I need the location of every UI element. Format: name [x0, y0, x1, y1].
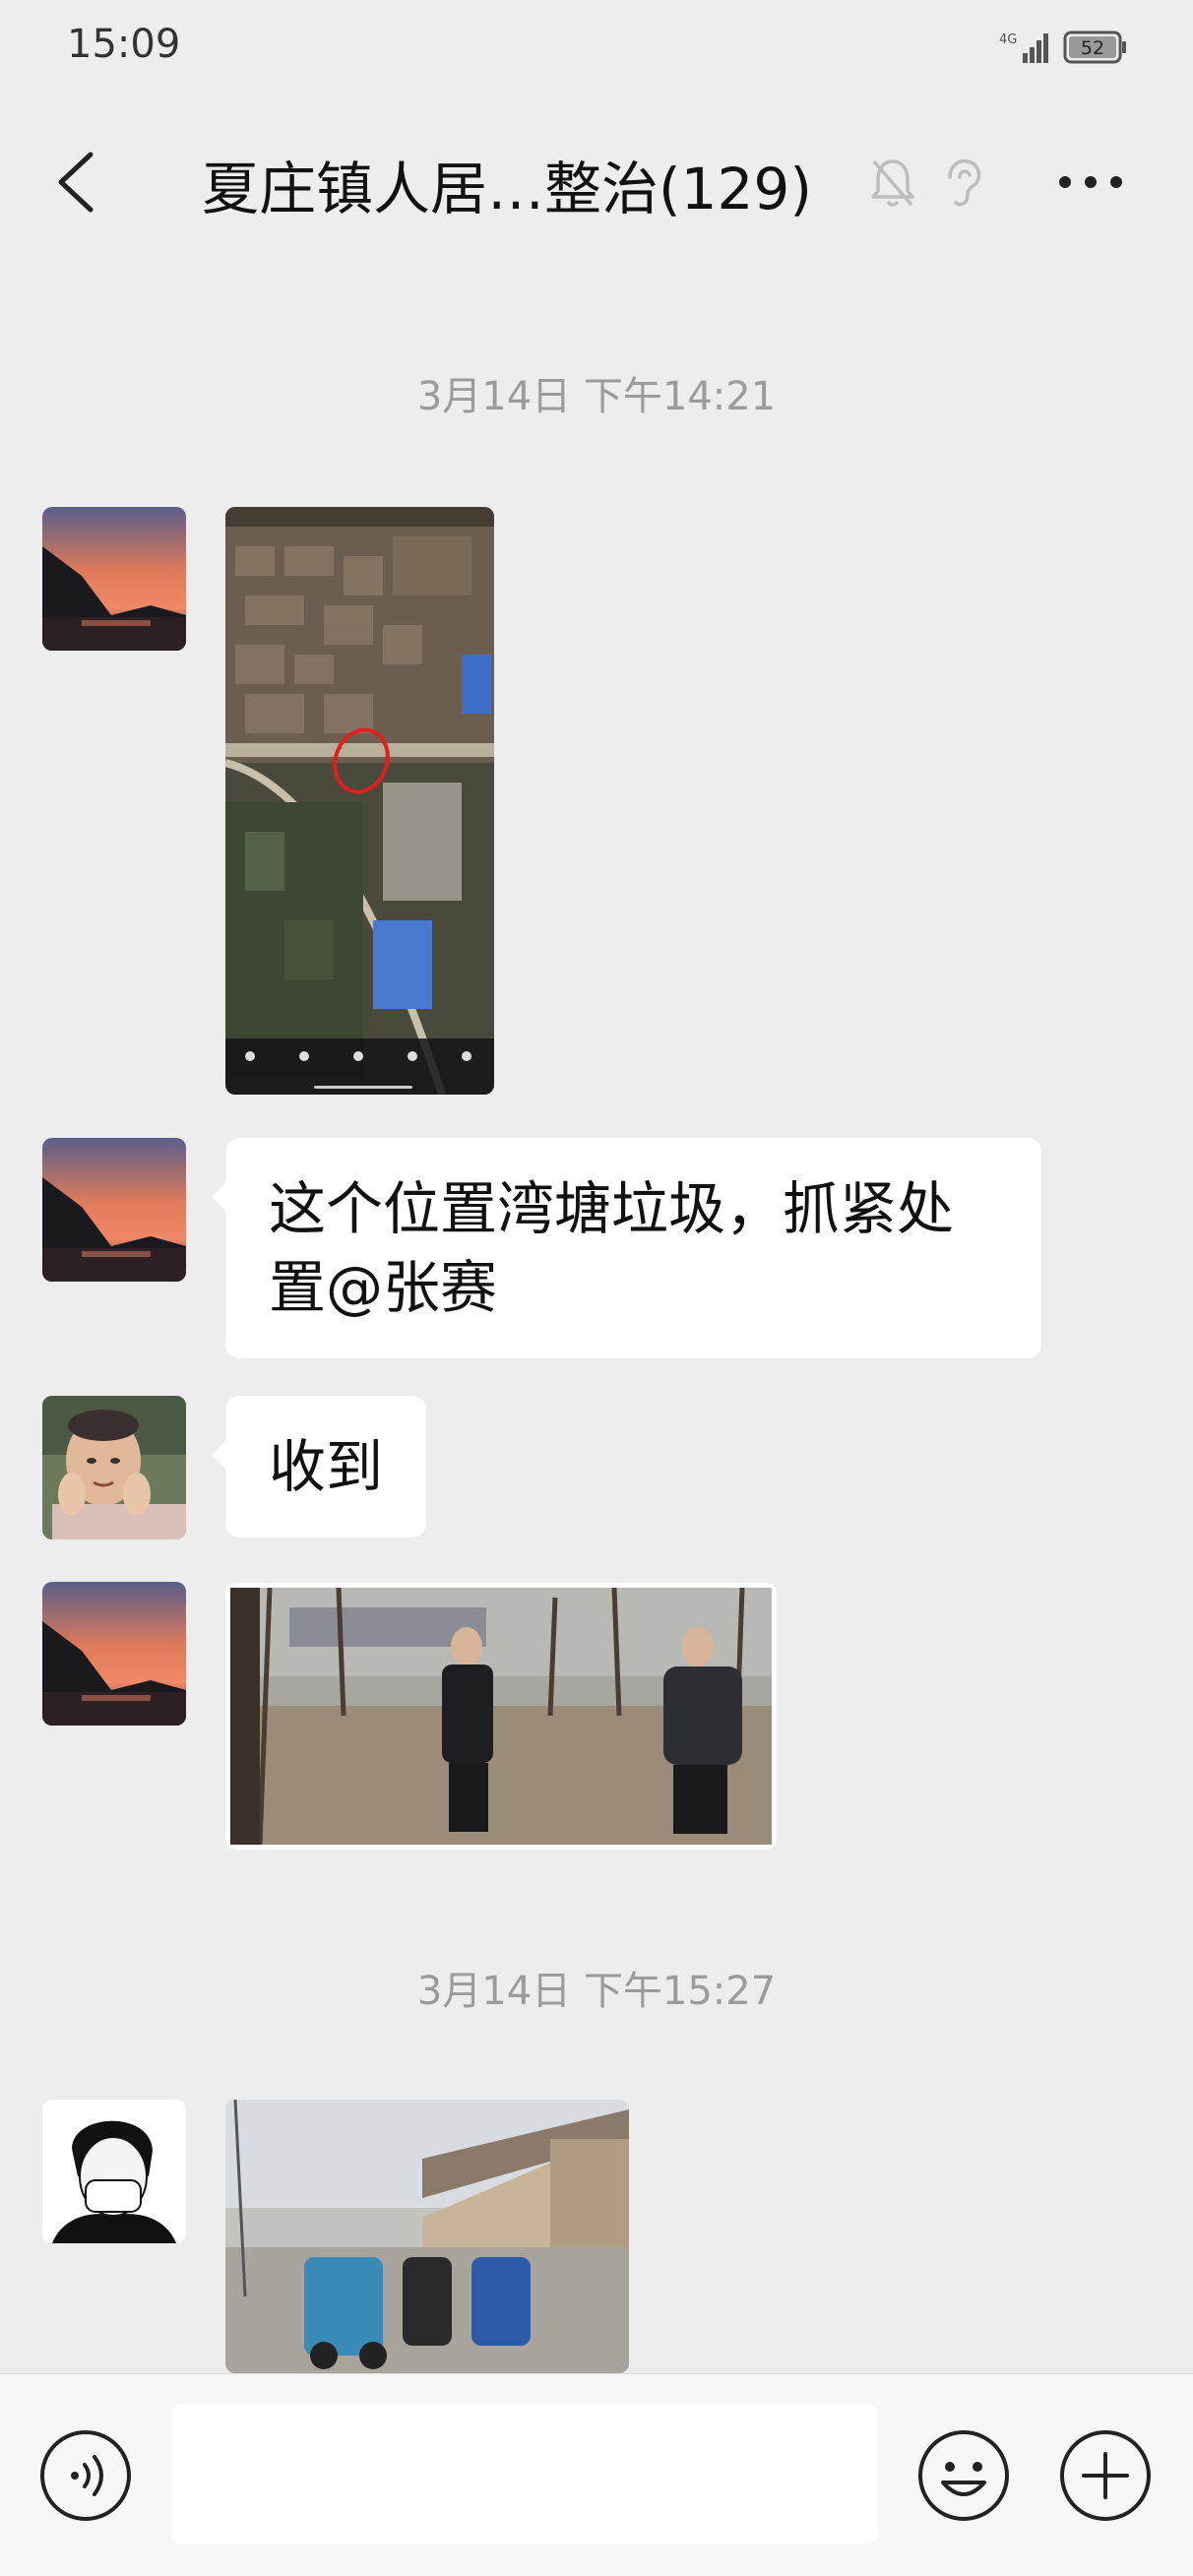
- status-time: 15:09: [67, 22, 181, 67]
- message-bubble[interactable]: 这个位置湾塘垃圾，抓紧处置@张赛: [212, 1138, 1041, 1358]
- message-input[interactable]: [171, 2404, 878, 2544]
- battery-icon: 52: [1063, 31, 1126, 64]
- mute-bell-icon: [871, 159, 914, 207]
- avatar[interactable]: [42, 1396, 186, 1539]
- emoji-icon[interactable]: [915, 2427, 1012, 2524]
- plus-icon[interactable]: [1057, 2427, 1154, 2524]
- signal-icon: 4G: [999, 32, 1048, 63]
- sunset-avatar-image: [42, 1582, 186, 1726]
- site-photo-image[interactable]: [225, 1583, 777, 1850]
- more-button[interactable]: [1051, 157, 1130, 207]
- battery-level: 52: [1081, 37, 1104, 59]
- ear-icon: [948, 158, 981, 207]
- avatar[interactable]: [42, 507, 186, 651]
- avatar[interactable]: [42, 1138, 186, 1282]
- avatar[interactable]: [42, 2100, 186, 2243]
- chat-title[interactable]: 夏庄镇人居…整治(129): [202, 143, 812, 225]
- avatar[interactable]: [42, 1582, 186, 1726]
- network-label: 4G: [999, 32, 1017, 47]
- message-bubble[interactable]: 收到: [211, 1396, 427, 1538]
- timestamp: 3月14日 下午14:21: [416, 374, 777, 419]
- timestamp: 3月14日 下午15:27: [416, 1969, 777, 2014]
- sunset-avatar-image: [42, 507, 186, 651]
- two-men-photo: [230, 1587, 772, 1846]
- map-screenshot-image[interactable]: [225, 507, 494, 1095]
- back-button[interactable]: [47, 143, 106, 221]
- masked-person-avatar-image: [42, 2100, 186, 2243]
- street-workers-photo: [225, 2100, 629, 2373]
- street-photo-image[interactable]: [225, 2100, 629, 2373]
- voice-icon[interactable]: [37, 2427, 134, 2524]
- sunset-avatar-image: [42, 1138, 186, 1282]
- satellite-map-image: [225, 507, 494, 1095]
- person-avatar-image: [42, 1396, 186, 1539]
